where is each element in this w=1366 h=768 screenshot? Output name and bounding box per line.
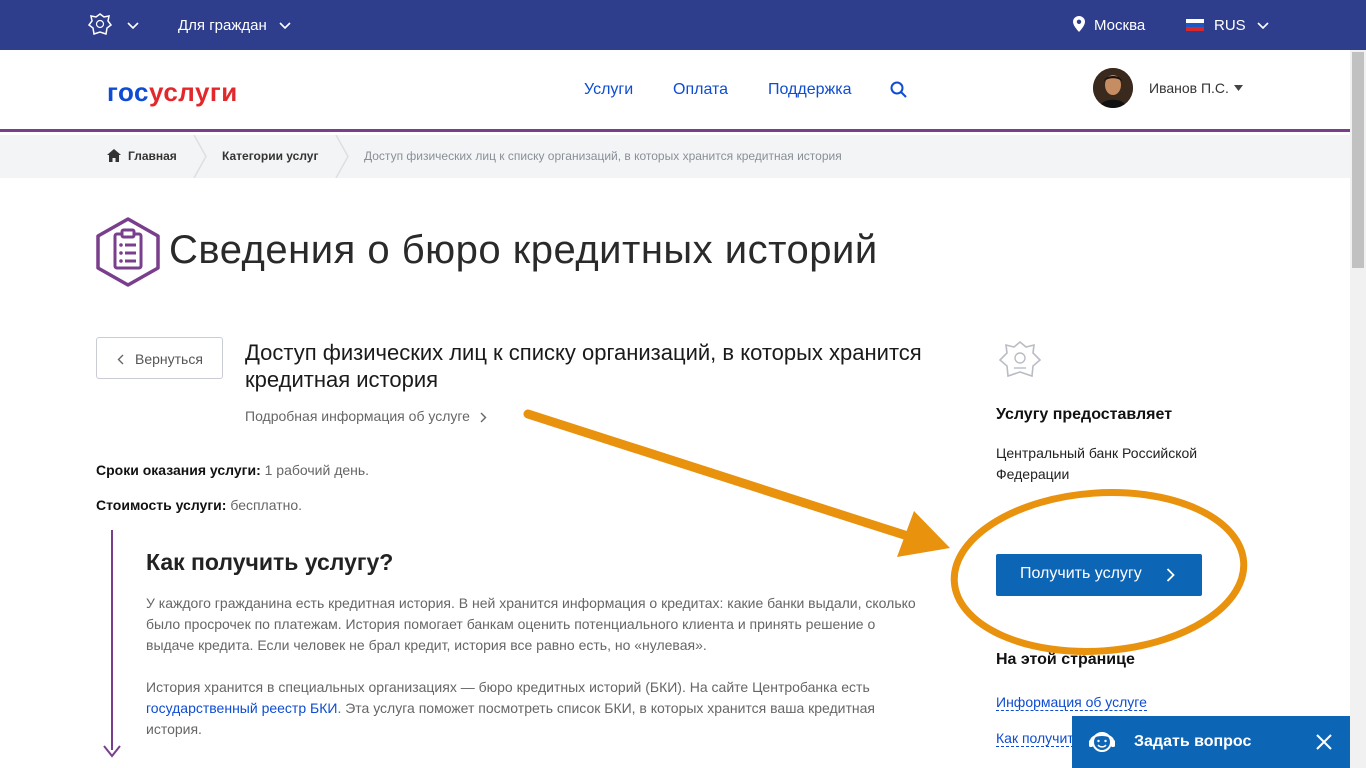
description-paragraph: У каждого гражданина есть кредитная исто…: [146, 595, 916, 653]
service-cost: Стоимость услуги: бесплатно.: [96, 497, 302, 513]
get-service-button[interactable]: Получить услугу: [996, 554, 1202, 596]
ask-question-widget[interactable]: Задать вопрос: [1072, 716, 1350, 768]
chevron-right-icon: [1166, 568, 1175, 582]
user-photo-icon: [1093, 68, 1133, 108]
annotation-arrow-shaft: [523, 409, 925, 545]
term-label: Сроки оказания услуги:: [96, 462, 261, 478]
breadcrumb-home[interactable]: Главная: [128, 149, 177, 163]
top-bar: Для граждан Москва RUS: [0, 0, 1366, 50]
location-pin-icon: [1073, 16, 1085, 32]
get-service-button-label: Получить услугу: [1020, 565, 1142, 582]
ask-question-label: Задать вопрос: [1134, 733, 1252, 750]
anchor-link-service-info[interactable]: Информация об услуге: [996, 694, 1147, 711]
avatar[interactable]: [1093, 68, 1133, 108]
on-page-heading: На этой странице: [996, 651, 1135, 668]
nav-support[interactable]: Поддержка: [768, 81, 851, 99]
arrow-down-icon: [103, 745, 121, 758]
language-selector[interactable]: RUS: [1214, 17, 1246, 34]
provider-heading: Услугу предоставляет: [996, 406, 1173, 423]
how-to-heading: Как получить услугу?: [146, 549, 394, 575]
nav-payment[interactable]: Оплата: [673, 81, 728, 99]
provider-name: Центральный банк Российской Федерации: [996, 445, 1198, 482]
chevron-down-icon[interactable]: [278, 19, 292, 33]
support-headset-icon: [1089, 732, 1115, 752]
chevron-left-icon: [117, 354, 124, 365]
chevron-right-icon: [480, 412, 487, 423]
clipboard-list-icon: [96, 217, 160, 287]
term-value: 1 рабочий день.: [264, 462, 370, 478]
audience-selector[interactable]: Для граждан: [178, 17, 267, 34]
anchor-link-how-to-get[interactable]: Как получит: [996, 730, 1074, 747]
back-button-label: Вернуться: [135, 351, 203, 367]
chevron-down-icon[interactable]: [126, 19, 140, 33]
caret-down-icon[interactable]: [1234, 85, 1243, 91]
nav-services[interactable]: Услуги: [584, 81, 633, 99]
city-selector[interactable]: Москва: [1094, 17, 1145, 34]
service-title: Доступ физических лиц к списку организац…: [245, 340, 922, 392]
gosuslugi-logo[interactable]: госуслуги: [107, 77, 238, 108]
back-button[interactable]: Вернуться: [96, 337, 223, 379]
breadcrumb-separator: [193, 135, 207, 178]
breadcrumb-categories[interactable]: Категории услуг: [222, 149, 318, 163]
breadcrumb-separator: [335, 135, 349, 178]
more-info-link[interactable]: Подробная информация об услуге: [245, 408, 487, 424]
paragraph-text: История хранится в специальных организац…: [146, 679, 870, 695]
logo-part-2: услуги: [149, 77, 238, 107]
site-header: госуслуги Услуги Оплата Поддержка Иванов…: [0, 50, 1366, 132]
search-icon[interactable]: [890, 81, 908, 99]
chevron-down-icon[interactable]: [1256, 19, 1270, 33]
annotation-arrowhead: [897, 511, 950, 557]
page-title: Сведения о бюро кредитных историй: [169, 228, 878, 272]
home-icon: [107, 149, 121, 162]
cost-label: Стоимость услуги:: [96, 497, 227, 513]
breadcrumb: Главная Категории услуг Доступ физически…: [0, 135, 1366, 178]
section-timeline-line: [111, 530, 113, 750]
coat-of-arms-icon: [998, 340, 1042, 378]
coat-of-arms-icon[interactable]: [86, 11, 114, 39]
description-paragraph: История хранится в специальных организац…: [146, 677, 926, 740]
scrollbar-thumb[interactable]: [1352, 52, 1364, 268]
breadcrumb-current: Доступ физических лиц к списку организац…: [364, 149, 842, 163]
more-info-link-label: Подробная информация об услуге: [245, 408, 470, 424]
close-icon[interactable]: [1316, 734, 1332, 750]
cost-value: бесплатно.: [230, 497, 303, 513]
bki-registry-link[interactable]: государственный реестр БКИ: [146, 700, 337, 716]
logo-part-1: гос: [107, 77, 149, 107]
user-name[interactable]: Иванов П.С.: [1149, 80, 1229, 96]
russian-flag-icon: [1186, 19, 1204, 31]
service-term: Сроки оказания услуги: 1 рабочий день.: [96, 462, 369, 478]
